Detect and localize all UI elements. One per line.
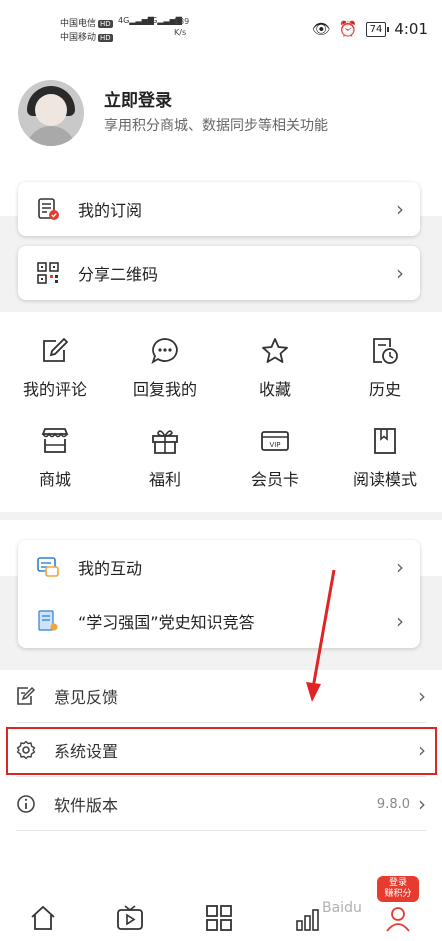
feature-grid: 我的评论 回复我的 收藏 历史 商城 福利 VIP 会员卡 阅读模式 bbox=[0, 312, 442, 512]
status-bar: 中国电信 HD 中国移动 HD 4G▂▃▅▇ 4G▂▃▅▇ 139 K/s 👁 ⏰ … bbox=[0, 0, 442, 60]
share-qr-card[interactable]: 分享二维码 › bbox=[18, 246, 420, 300]
chevron-right-icon: › bbox=[396, 555, 404, 579]
star-icon bbox=[260, 336, 290, 366]
grid-item-welfare[interactable]: 福利 bbox=[110, 426, 220, 490]
grid-label: 会员卡 bbox=[250, 470, 299, 489]
interaction-label: 我的互动 bbox=[78, 559, 143, 578]
info-icon bbox=[16, 794, 36, 814]
grid-label: 福利 bbox=[148, 470, 181, 489]
grid-label: 收藏 bbox=[258, 380, 291, 399]
grid-item-history[interactable]: 历史 bbox=[330, 336, 440, 400]
interaction-card: 我的互动 › “学习强国”党史知识竞答 › bbox=[18, 540, 420, 648]
quiz-icon bbox=[36, 609, 60, 633]
vip-card-icon: VIP bbox=[260, 426, 290, 456]
network-speed: 139 K/s bbox=[174, 17, 190, 37]
chevron-right-icon: › bbox=[418, 684, 426, 708]
grid-label: 阅读模式 bbox=[352, 470, 417, 489]
history-icon bbox=[370, 336, 400, 366]
chevron-right-icon: › bbox=[418, 792, 426, 816]
login-subtitle: 享用积分商城、数据同步等相关功能 bbox=[104, 118, 328, 134]
eye-icon: 👁 bbox=[311, 20, 331, 38]
grid-item-my-comments[interactable]: 我的评论 bbox=[0, 336, 110, 400]
store-icon bbox=[40, 426, 70, 456]
feedback-row[interactable]: 意见反馈 › bbox=[0, 670, 442, 722]
subscription-row[interactable]: 我的订阅 › bbox=[18, 182, 420, 236]
grid-label: 我的评论 bbox=[22, 380, 87, 399]
interaction-icon bbox=[36, 555, 60, 579]
svg-text:VIP: VIP bbox=[269, 441, 280, 449]
grid-item-reading-mode[interactable]: 阅读模式 bbox=[330, 426, 440, 490]
qr-code-icon bbox=[36, 261, 60, 285]
edit-comment-icon bbox=[40, 336, 70, 366]
bottom-nav bbox=[0, 895, 442, 941]
gift-icon bbox=[150, 426, 180, 456]
grid-label: 商城 bbox=[38, 470, 71, 489]
subscription-card[interactable]: 我的订阅 › bbox=[18, 182, 420, 236]
profile-header[interactable]: 立即登录 享用积分商城、数据同步等相关功能 bbox=[0, 60, 442, 180]
software-version-row[interactable]: 软件版本 9.8.0 › bbox=[0, 778, 442, 830]
clock-time: 4:01 bbox=[394, 20, 428, 38]
feedback-icon bbox=[16, 686, 36, 706]
alarm-icon: ⏰ bbox=[338, 20, 358, 38]
carrier-1: 中国电信 HD bbox=[60, 19, 113, 29]
grid-item-store[interactable]: 商城 bbox=[0, 426, 110, 490]
nav-grid-icon[interactable] bbox=[204, 903, 244, 933]
login-points-badge[interactable]: 登录 赚积分 bbox=[377, 876, 419, 902]
section-band bbox=[0, 512, 442, 520]
bookmark-icon bbox=[370, 426, 400, 456]
chat-bubble-icon bbox=[150, 336, 180, 366]
share-qr-row[interactable]: 分享二维码 › bbox=[18, 246, 420, 300]
grid-item-vip-card[interactable]: VIP 会员卡 bbox=[220, 426, 330, 490]
grid-item-favorites[interactable]: 收藏 bbox=[220, 336, 330, 400]
watermark: Baidu bbox=[322, 900, 362, 916]
quiz-label: “学习强国”党史知识竞答 bbox=[78, 613, 255, 632]
subscription-icon bbox=[36, 197, 60, 221]
chevron-right-icon: › bbox=[396, 609, 404, 633]
grid-label: 回复我的 bbox=[132, 380, 197, 399]
quiz-row[interactable]: “学习强国”党史知识竞答 › bbox=[18, 594, 420, 648]
grid-item-replies[interactable]: 回复我的 bbox=[110, 336, 220, 400]
interaction-row[interactable]: 我的互动 › bbox=[18, 540, 420, 594]
nav-home-icon[interactable] bbox=[28, 903, 68, 933]
nav-video-icon[interactable] bbox=[115, 903, 155, 933]
login-title[interactable]: 立即登录 bbox=[104, 86, 172, 111]
share-qr-label: 分享二维码 bbox=[78, 265, 159, 284]
subscription-label: 我的订阅 bbox=[78, 201, 143, 220]
chevron-right-icon: › bbox=[396, 197, 404, 221]
nav-profile-icon[interactable] bbox=[383, 903, 423, 933]
avatar[interactable] bbox=[18, 80, 84, 146]
highlight-box bbox=[6, 727, 437, 775]
carrier-2: 中国移动 HD bbox=[60, 33, 113, 43]
version-value: 9.8.0 bbox=[376, 796, 410, 812]
chevron-right-icon: › bbox=[396, 261, 404, 285]
feedback-label: 意见反馈 bbox=[54, 688, 119, 707]
battery-icon: 74 bbox=[365, 21, 390, 37]
grid-label: 历史 bbox=[368, 380, 401, 399]
software-version-label: 软件版本 bbox=[54, 796, 119, 815]
